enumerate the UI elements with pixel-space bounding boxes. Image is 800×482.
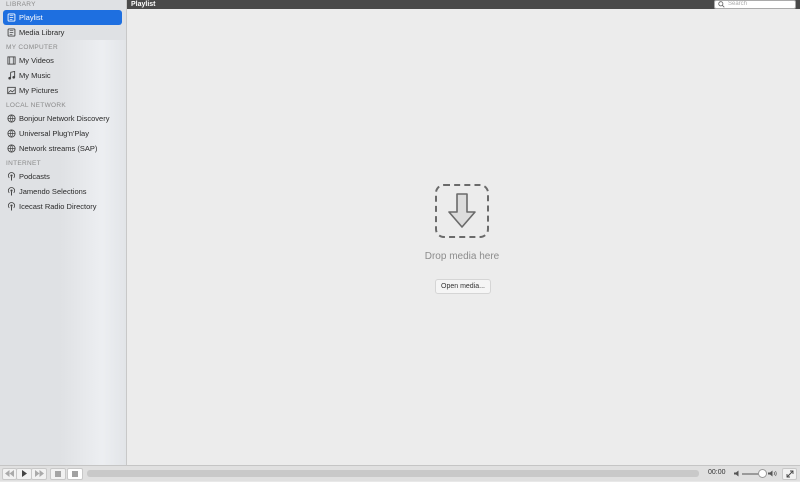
elapsed-time: 00:00 xyxy=(708,469,726,476)
sidebar-item-my-pictures[interactable]: My Pictures xyxy=(3,83,122,98)
sidebar-item-my-music[interactable]: My Music xyxy=(3,68,122,83)
sidebar-item-icecast-radio-directory[interactable]: Icecast Radio Directory xyxy=(3,199,122,214)
sidebar-item-jamendo-selections[interactable]: Jamendo Selections xyxy=(3,184,122,199)
film-icon xyxy=(7,56,16,65)
volume-high-icon[interactable] xyxy=(768,470,777,477)
sidebar-section-title: LOCAL NETWORK xyxy=(6,102,67,109)
sidebar-item-media-library[interactable]: Media Library xyxy=(3,25,122,40)
podcast-icon xyxy=(7,202,16,211)
sidebar-section-title: INTERNET xyxy=(6,160,41,167)
sidebar-item-network-streams-sap[interactable]: Network streams (SAP) xyxy=(3,141,122,156)
sidebar-section-my-computer: MY COMPUTER My Videos My Music My Pictures xyxy=(0,43,126,98)
playback-bar: 00:00 xyxy=(0,465,800,481)
window-title: Playlist xyxy=(131,1,156,8)
search-input[interactable]: Search xyxy=(714,0,796,9)
picture-icon xyxy=(7,86,16,95)
menu-icon xyxy=(72,471,78,477)
sidebar: LIBRARY Playlist Media Library MY COMPUTER M… xyxy=(0,0,127,465)
sidebar-item-label: My Videos xyxy=(19,56,54,65)
fullscreen-button[interactable] xyxy=(782,468,797,480)
main-panel: Playlist Search Drop media here Open med… xyxy=(127,0,800,465)
sidebar-item-label: Icecast Radio Directory xyxy=(19,202,97,211)
previous-button[interactable] xyxy=(2,468,17,480)
sidebar-section-internet: INTERNET Podcasts Jamendo Selections Icecas… xyxy=(0,159,126,214)
media-library-icon xyxy=(7,28,16,37)
sidebar-section-local-network: LOCAL NETWORK Bonjour Network Discovery Un… xyxy=(0,101,126,156)
drop-zone[interactable] xyxy=(435,184,489,238)
drop-media-label: Drop media here xyxy=(424,251,500,262)
extended-settings-button[interactable] xyxy=(67,468,83,480)
fast-forward-icon xyxy=(34,470,44,477)
download-arrow-icon xyxy=(448,193,476,228)
podcast-icon xyxy=(7,187,16,196)
network-icon xyxy=(7,114,16,123)
volume-low-icon[interactable] xyxy=(734,470,741,477)
sidebar-item-label: Bonjour Network Discovery xyxy=(19,114,110,123)
sidebar-item-bonjour-network-discovery[interactable]: Bonjour Network Discovery xyxy=(3,111,122,126)
list-icon xyxy=(55,471,61,477)
sidebar-item-label: Playlist xyxy=(19,13,43,22)
music-note-icon xyxy=(7,71,16,80)
play-button[interactable] xyxy=(16,468,32,480)
network-icon xyxy=(7,129,16,138)
playlist-icon xyxy=(7,13,16,22)
rewind-icon xyxy=(5,470,14,477)
seek-bar[interactable] xyxy=(87,470,699,477)
sidebar-item-label: My Pictures xyxy=(19,86,59,95)
title-bar: Playlist Search xyxy=(127,0,800,9)
fullscreen-icon xyxy=(786,470,793,478)
next-button[interactable] xyxy=(31,468,47,480)
sidebar-item-universal-plug-n-play[interactable]: Universal Plug'n'Play xyxy=(3,126,122,141)
sidebar-section-title: LIBRARY xyxy=(6,1,36,8)
sidebar-item-label: My Music xyxy=(19,71,51,80)
open-media-button[interactable]: Open media... xyxy=(435,279,491,294)
sidebar-item-label: Universal Plug'n'Play xyxy=(19,129,89,138)
sidebar-item-label: Network streams (SAP) xyxy=(19,144,98,153)
play-icon xyxy=(21,470,27,477)
volume-knob[interactable] xyxy=(757,469,767,478)
sidebar-item-label: Jamendo Selections xyxy=(19,187,87,196)
sidebar-item-label: Podcasts xyxy=(19,172,50,181)
search-placeholder: Search xyxy=(728,1,748,7)
sidebar-section-library: LIBRARY Playlist Media Library xyxy=(0,0,126,40)
network-icon xyxy=(7,144,16,153)
sidebar-section-title: MY COMPUTER xyxy=(6,44,58,51)
sidebar-sections: LIBRARY Playlist Media Library MY COMPUTER M… xyxy=(0,0,126,214)
sidebar-item-my-videos[interactable]: My Videos xyxy=(3,53,122,68)
podcast-icon xyxy=(7,172,16,181)
playlist-toggle-button[interactable] xyxy=(50,468,66,480)
sidebar-item-podcasts[interactable]: Podcasts xyxy=(3,169,122,184)
sidebar-item-label: Media Library xyxy=(19,28,65,37)
sidebar-item-playlist[interactable]: Playlist xyxy=(3,10,122,25)
search-icon xyxy=(718,1,725,8)
